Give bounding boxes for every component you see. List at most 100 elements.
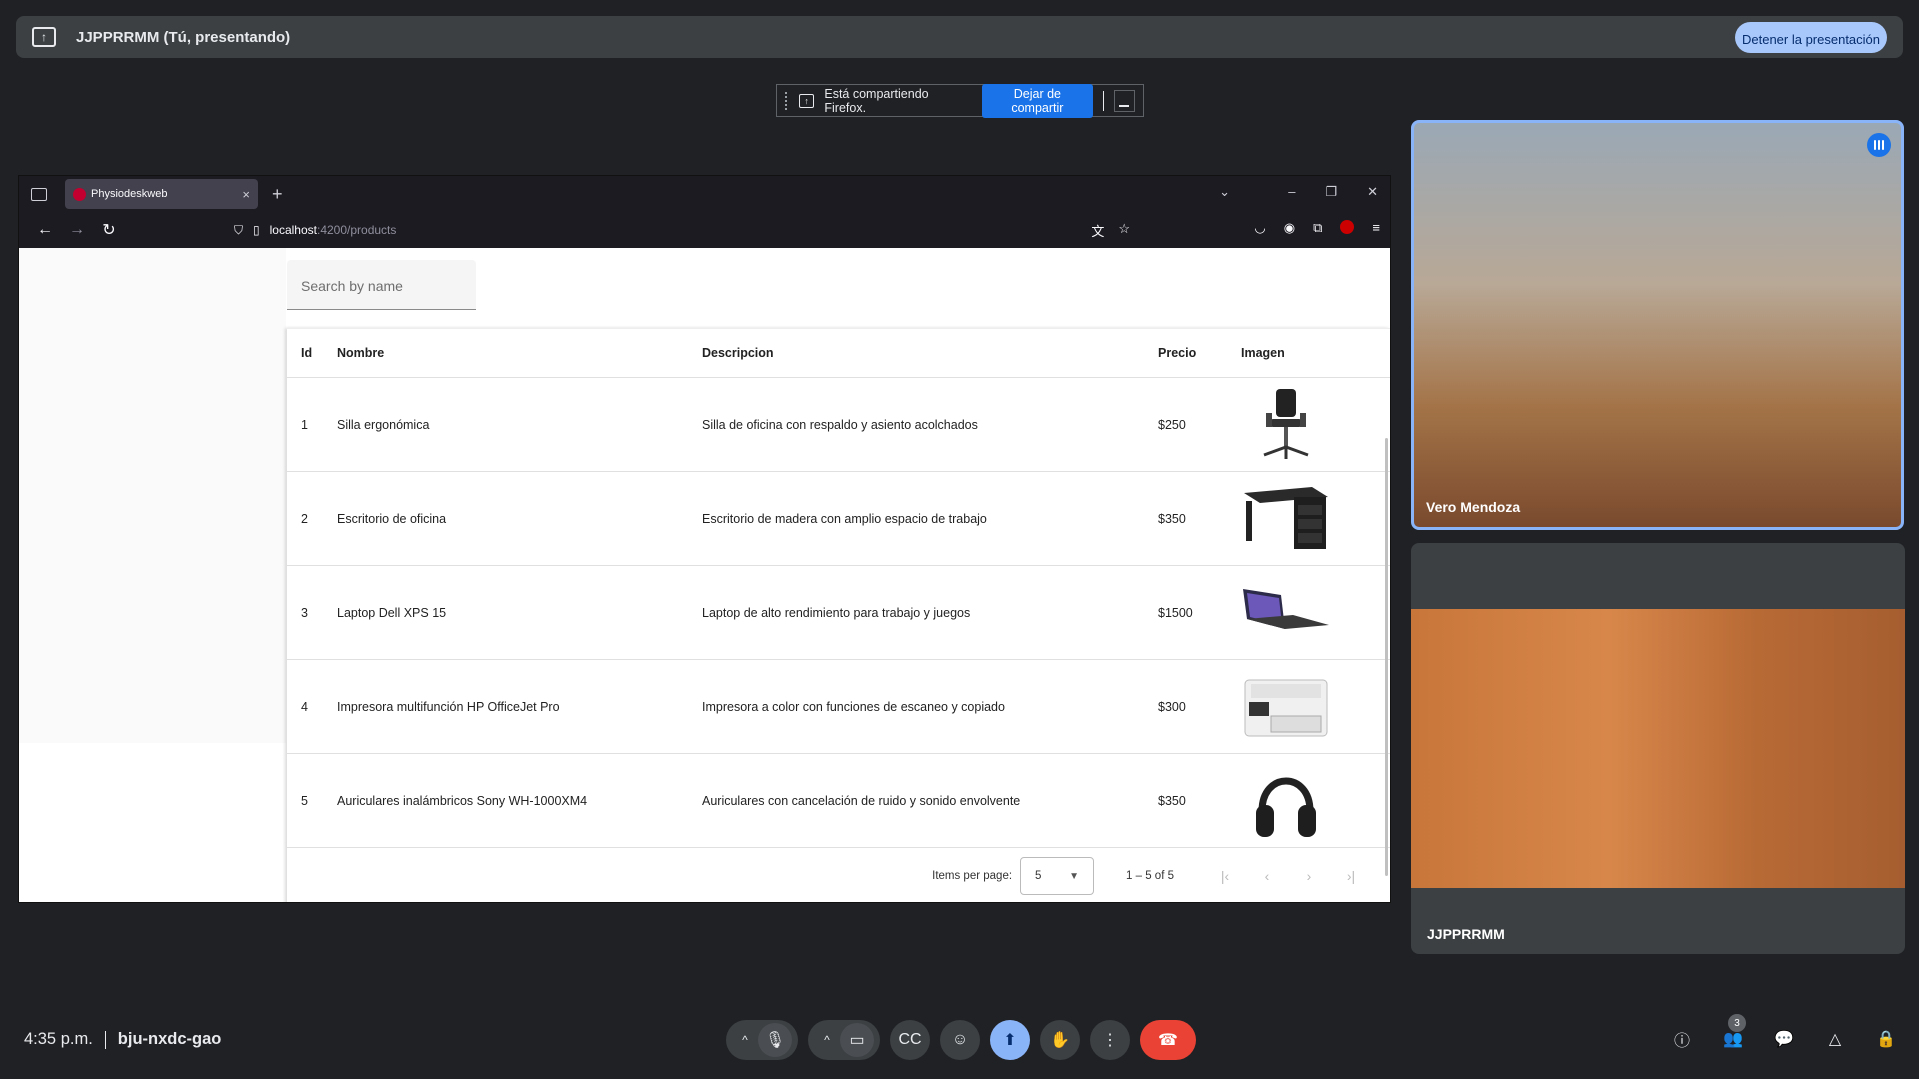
end-call-icon[interactable]: ☎ [1140,1020,1196,1060]
minimize-icon [1119,104,1130,107]
cell-precio: $1500 [1158,605,1193,620]
share-screen-icon: ↑ [798,93,815,108]
activities-icon[interactable]: △ [1824,1028,1846,1050]
office-desk-image [1241,479,1331,559]
participant-name: Vero Mendoza [1426,499,1521,515]
table-row[interactable]: 3 Laptop Dell XPS 15 Laptop de alto rend… [287,566,1390,660]
self-video-feed [1411,609,1905,888]
browser-tab[interactable]: Physiodeskweb × [65,179,258,209]
close-tab-icon[interactable]: × [242,187,250,202]
reload-icon[interactable]: ↻ [93,220,125,240]
chevron-down-icon[interactable]: ⌄ [1219,184,1230,200]
tab-list-icon[interactable] [31,187,47,201]
back-arrow-icon[interactable]: ← [29,221,61,239]
cell-id: 1 [301,417,308,432]
participant-name: JJPPRRMM [1427,926,1505,942]
more-options-icon[interactable]: ⋮ [1090,1020,1130,1060]
menu-icon[interactable]: ≡ [1372,220,1380,236]
people-icon[interactable]: 3 👥 [1722,1014,1746,1050]
table-row[interactable]: 5 Auriculares inalámbricos Sony WH-1000X… [287,754,1390,848]
page-viewport: Search by name Id Nombre Descripcion Pre… [19,248,1390,902]
new-tab-icon[interactable]: + [272,184,283,205]
share-notice-text: Está compartiendo Firefox. [824,86,929,115]
presenting-banner: ↑ JJPPRRMM (Tú, presentando) Detener la … [16,16,1903,58]
ublock-icon[interactable] [1340,220,1355,234]
stop-sharing-button[interactable]: Dejar de compartir [981,83,1093,118]
nav-toolbar: ← → ↻ ⛉ ▯ localhost:4200/products 文 ☆ ◡ … [19,212,1390,248]
search-placeholder: Search by name [301,278,403,294]
meeting-code: bju-nxdc-gao [117,1030,222,1048]
url-host: localhost [269,223,317,237]
chat-icon[interactable]: 💬 [1773,1028,1795,1050]
page-icon: ▯ [253,223,260,237]
camera-group: ^ ▭ [808,1020,880,1060]
window-restore-icon[interactable]: ❐ [1325,184,1337,200]
bookmark-star-icon[interactable]: ☆ [1118,221,1130,240]
stop-presenting-button[interactable]: Detener la presentación [1735,22,1887,53]
table-row[interactable]: 1 Silla ergonómica Silla de oficina con … [287,378,1390,472]
captions-icon[interactable]: CC [890,1020,930,1060]
call-controls: ^ 🎙 ^ ▭ CC ☺ ⬆ ✋ ⋮ ☎ [726,1020,1196,1060]
search-input[interactable]: Search by name [287,260,476,310]
url-path: :4200/products [317,223,397,237]
translate-icon[interactable]: 文 [1091,221,1104,240]
page-size-select[interactable]: 5 ▼ [1020,857,1095,895]
laptop-image [1241,573,1331,653]
cell-precio: $300 [1158,699,1186,714]
camera-icon[interactable]: ▭ [840,1023,874,1057]
cell-id: 4 [301,699,308,714]
share-notice-bar: ↑ Está compartiendo Firefox. Dejar de co… [776,83,1144,118]
cell-descripcion: Silla de oficina con respaldo y asiento … [702,417,978,432]
cell-id: 5 [301,793,308,808]
header-precio: Precio [1158,346,1197,360]
window-minimize-icon[interactable]: – [1288,184,1295,200]
next-page-icon[interactable]: › [1288,868,1330,884]
cell-nombre: Auriculares inalámbricos Sony WH-1000XM4 [337,793,588,808]
speaking-indicator-icon [1867,133,1891,157]
emoji-icon[interactable]: ☺ [940,1020,980,1060]
video-options-chevron-icon[interactable]: ^ [814,1033,840,1047]
present-screen-button-icon[interactable]: ⬆ [990,1020,1030,1060]
page-size-value: 5 [1035,870,1042,882]
scrollbar[interactable] [1385,438,1388,876]
window-close-icon[interactable]: ✕ [1367,184,1378,200]
microphone-icon[interactable]: 🎙 [758,1023,792,1057]
minimize-notice-button[interactable] [1113,89,1135,112]
cell-nombre: Laptop Dell XPS 15 [337,605,447,620]
items-per-page-label: Items per page: [932,870,1013,882]
extensions-icon[interactable]: ⧉ [1313,220,1322,236]
side-actions: ⓘ 3 👥 💬 △ 🔒 [1671,1014,1897,1050]
forward-arrow-icon[interactable]: → [61,221,93,239]
dropdown-arrow-icon: ▼ [1069,870,1080,882]
last-page-icon[interactable]: ›| [1330,868,1372,884]
printer-image [1241,667,1331,747]
people-count-badge: 3 [1728,1014,1746,1032]
mic-group: ^ 🎙 [726,1020,798,1060]
host-controls-icon[interactable]: 🔒 [1875,1028,1897,1050]
header-descripcion: Descripcion [702,346,774,360]
shield-icon[interactable]: ⛉ [234,223,243,238]
cell-descripcion: Laptop de alto rendimiento para trabajo … [702,605,971,620]
meeting-details-icon[interactable]: ⓘ [1671,1028,1693,1050]
audio-options-chevron-icon[interactable]: ^ [732,1033,758,1047]
previous-page-icon[interactable]: ‹ [1246,868,1288,884]
drag-handle[interactable] [785,91,789,110]
presenting-title: JJPPRRMM (Tú, presentando) [76,28,291,46]
pocket-icon[interactable]: ◡ [1254,220,1265,236]
first-page-icon[interactable]: |‹ [1204,868,1246,884]
meeting-info: 4:35 p.m. bju-nxdc-gao [24,1030,221,1049]
paginator: Items per page: 5 ▼ 1 – 5 of 5 |‹ ‹ › ›| [287,848,1390,902]
headphones-image [1241,761,1331,841]
tab-strip: Physiodeskweb × + ⌄ – ❐ ✕ [19,176,1390,212]
participant-tile-vero[interactable]: Vero Mendoza [1411,120,1904,530]
cell-descripcion: Escritorio de madera con amplio espacio … [702,511,987,526]
table-row[interactable]: 4 Impresora multifunción HP OfficeJet Pr… [287,660,1390,754]
participant-tile-self[interactable]: JJPPRRMM [1411,543,1905,954]
page-range: 1 – 5 of 5 [1126,870,1174,882]
account-icon[interactable]: ◉ [1284,220,1295,236]
tab-title: Physiodeskweb [91,188,168,200]
cell-precio: $350 [1158,511,1186,526]
table-row[interactable]: 2 Escritorio de oficina Escritorio de ma… [287,472,1390,566]
url-bar[interactable]: ⛉ ▯ localhost:4200/products 文 ☆ [224,216,1140,244]
raise-hand-icon[interactable]: ✋ [1040,1020,1080,1060]
